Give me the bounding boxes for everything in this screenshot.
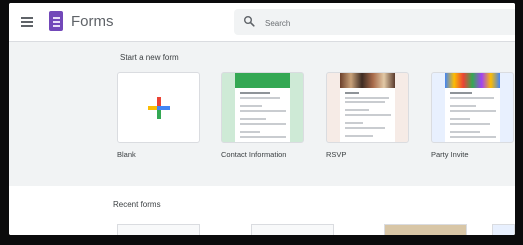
- search-input[interactable]: [263, 13, 497, 33]
- recent-form-card[interactable]: [384, 224, 467, 235]
- app-bar: Forms: [9, 3, 515, 42]
- recent-form-card[interactable]: [492, 224, 515, 235]
- template-thumbnail[interactable]: [431, 72, 514, 143]
- template-label: Party Invite: [431, 150, 469, 159]
- app-title[interactable]: Forms: [71, 13, 114, 30]
- forms-logo-icon[interactable]: [49, 11, 63, 31]
- template-preview: [445, 73, 500, 142]
- template-preview: [340, 73, 395, 142]
- template-preview: [235, 73, 290, 142]
- start-section-title: Start a new form: [120, 53, 179, 62]
- template-label: RSVP: [326, 150, 347, 159]
- recent-section-title: Recent forms: [113, 200, 161, 209]
- template-thumbnail[interactable]: [221, 72, 304, 143]
- template-rsvp[interactable]: RSVP: [326, 72, 409, 159]
- template-banner: [445, 73, 500, 88]
- template-thumbnail[interactable]: [117, 72, 200, 143]
- template-label: Blank: [117, 150, 136, 159]
- template-banner: [340, 73, 395, 88]
- template-blank[interactable]: Blank: [117, 72, 200, 159]
- template-contact-information[interactable]: Contact Information: [221, 72, 304, 159]
- search-icon[interactable]: [243, 15, 255, 27]
- recent-form-card[interactable]: [117, 224, 200, 235]
- plus-icon: [148, 97, 170, 119]
- template-thumbnail[interactable]: [326, 72, 409, 143]
- recent-form-card[interactable]: [251, 224, 334, 235]
- template-party-invite[interactable]: Party Invite: [431, 72, 514, 159]
- search-bar[interactable]: [234, 9, 515, 35]
- menu-icon[interactable]: [21, 17, 33, 27]
- template-label: Contact Information: [221, 150, 287, 159]
- recent-forms-section: Recent forms: [9, 186, 515, 235]
- forms-home-screen: Forms Start a new form Blank: [9, 3, 515, 235]
- template-banner: [235, 73, 290, 88]
